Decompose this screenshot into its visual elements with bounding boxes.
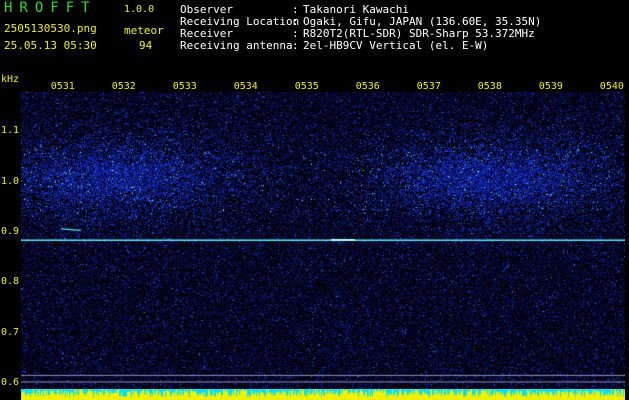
app-version: 1.0.0: [124, 4, 155, 15]
x-tick-label: 0536: [355, 81, 380, 92]
x-tick-label: 0531: [50, 81, 75, 92]
y-tick-label: 1.1: [1, 125, 20, 137]
antenna-sep: :: [292, 39, 299, 52]
x-tick-label: 0538: [477, 81, 502, 92]
date-time: 25.05.13 05:30: [4, 39, 97, 52]
frequency-unit-label: kHz: [1, 74, 20, 85]
x-tick-label: 0540: [599, 81, 624, 92]
x-tick-label: 0539: [538, 81, 563, 92]
meteor-label: meteor: [124, 24, 164, 37]
x-tick-label: 0532: [111, 81, 136, 92]
y-tick-label: 1.0: [1, 175, 20, 187]
y-tick-label: 0.6: [1, 376, 20, 388]
spectrogram: [21, 92, 625, 389]
y-tick-label: 0.7: [1, 326, 20, 338]
volume-bar: [21, 389, 625, 400]
y-tick-label: 0.9: [1, 225, 20, 237]
antenna-key: Receiving antenna: [180, 39, 293, 52]
antenna-value: 2el-HB9CV Vertical (el. E-W): [303, 39, 489, 52]
meteor-count: 94: [139, 39, 153, 52]
x-tick-label: 0535: [294, 81, 319, 92]
y-tick-label: 0.8: [1, 276, 20, 288]
x-tick-label: 0534: [233, 81, 258, 92]
x-tick-label: 0533: [172, 81, 197, 92]
app-title: HROFFT: [4, 0, 97, 16]
x-tick-label: 0537: [416, 81, 441, 92]
file-name: 2505130530.png: [4, 22, 97, 35]
